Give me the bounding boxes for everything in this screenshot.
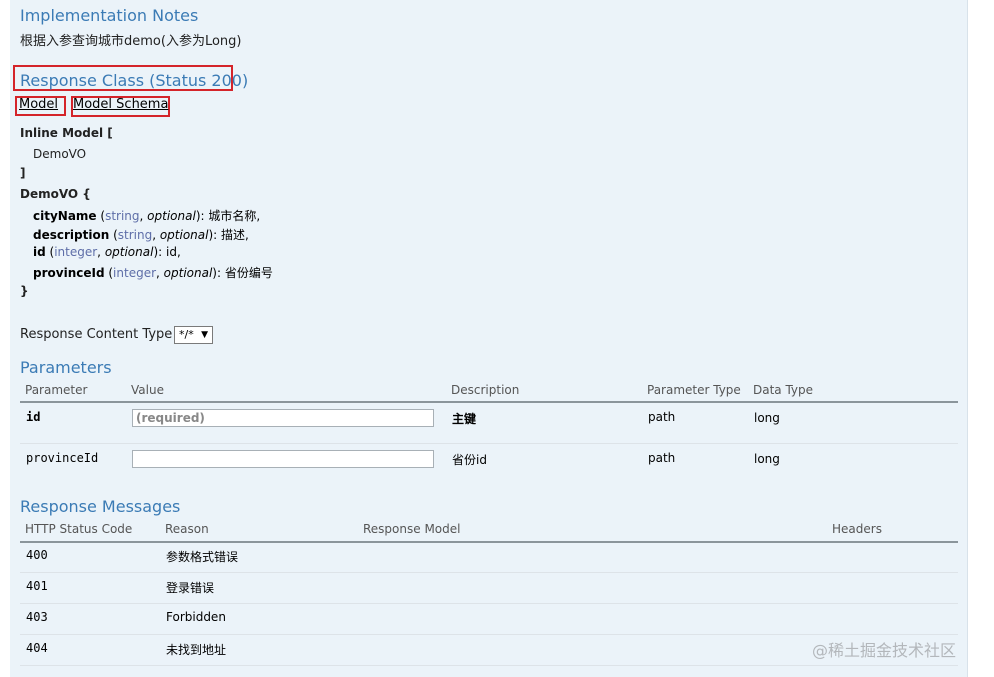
param-name-provinceid: provinceId <box>26 451 99 465</box>
model-field: id (integer, optional): id, <box>33 245 181 259</box>
resp-code: 400 <box>26 548 48 562</box>
param-header-parameter-type: Parameter Type <box>647 383 741 397</box>
demovo-open: DemoVO { <box>20 187 91 201</box>
model-field: description (string, optional): 描述, <box>33 228 249 242</box>
inline-model-item: DemoVO <box>33 147 87 161</box>
resp-code: 404 <box>26 641 48 655</box>
resp-reason: Forbidden <box>166 610 226 624</box>
param-input-id[interactable] <box>132 409 434 427</box>
model-schema-tab[interactable]: Model Schema <box>73 97 168 112</box>
param-header-divider <box>20 401 958 403</box>
inline-model-open: Inline Model [ <box>20 126 113 140</box>
field-desc: 省份编号 <box>224 266 273 280</box>
field-desc: 城市名称, <box>208 209 261 223</box>
field-name: id <box>33 245 46 259</box>
demovo-close: } <box>20 284 29 298</box>
field-name: description <box>33 228 110 242</box>
field-optional: optional <box>147 209 196 223</box>
param-ptype-provinceid: path <box>648 451 676 465</box>
field-type: integer <box>113 266 157 280</box>
field-type: string <box>117 228 153 242</box>
response-class-title: Response Class (Status 200) <box>20 71 249 90</box>
resp-row-divider <box>20 603 958 604</box>
field-type: integer <box>54 245 98 259</box>
field-optional: optional <box>159 228 209 242</box>
parameters-title: Parameters <box>20 358 112 377</box>
field-optional: optional <box>163 266 213 280</box>
model-field: provinceId (integer, optional): 省份编号 <box>33 266 273 280</box>
param-desc-id: 主键 <box>452 412 477 426</box>
field-name: provinceId <box>33 266 105 280</box>
implementation-notes-title: Implementation Notes <box>20 6 199 25</box>
content-type-value: */* <box>179 328 194 341</box>
resp-header-status-code: HTTP Status Code <box>25 522 133 536</box>
resp-header-headers: Headers <box>832 522 882 536</box>
inline-model-close: ] <box>20 166 26 180</box>
response-messages-title: Response Messages <box>20 497 181 516</box>
param-ptype-id: path <box>648 410 676 424</box>
resp-header-reason: Reason <box>165 522 209 536</box>
param-dtype-id: long <box>754 411 780 425</box>
param-header-parameter: Parameter <box>25 383 88 397</box>
param-header-description: Description <box>451 383 520 397</box>
field-desc: id, <box>166 245 181 259</box>
watermark: @稀土掘金技术社区 <box>812 641 957 660</box>
param-input-provinceid[interactable] <box>132 450 434 468</box>
resp-header-response-model: Response Model <box>363 522 461 536</box>
chevron-down-icon: ▼ <box>201 330 208 340</box>
implementation-notes-text: 根据入参查询城市demo(入参为Long) <box>20 34 242 49</box>
resp-row-divider <box>20 634 958 635</box>
param-desc-provinceid: 省份id <box>452 453 487 467</box>
resp-header-divider <box>20 541 958 543</box>
content-type-label: Response Content Type <box>20 327 173 342</box>
resp-reason: 登录错误 <box>166 581 215 595</box>
resp-code: 403 <box>26 610 48 624</box>
resp-row-divider <box>20 572 958 573</box>
param-dtype-provinceid: long <box>754 452 780 466</box>
param-name-id: id <box>26 410 41 424</box>
field-desc: 描述, <box>221 228 249 242</box>
resp-row-divider <box>20 665 958 666</box>
resp-reason: 参数格式错误 <box>166 550 239 564</box>
field-optional: optional <box>104 245 154 259</box>
param-header-data-type: Data Type <box>753 383 814 397</box>
resp-reason: 未找到地址 <box>166 643 227 657</box>
param-row-divider <box>20 443 958 444</box>
field-name: cityName <box>33 209 97 223</box>
resp-code: 401 <box>26 579 48 593</box>
model-tab[interactable]: Model <box>19 97 58 112</box>
param-header-value: Value <box>131 383 164 397</box>
content-type-select[interactable]: */* ▼ <box>174 326 213 344</box>
field-type: string <box>105 209 140 223</box>
model-field: cityName (string, optional): 城市名称, <box>33 209 261 223</box>
